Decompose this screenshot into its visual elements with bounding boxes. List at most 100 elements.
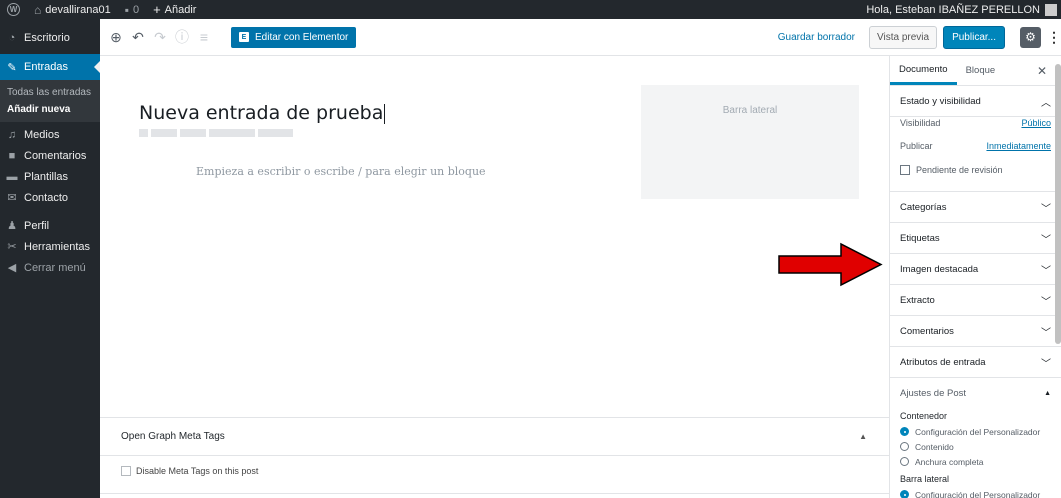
chevron-down-icon: ﹀ [1041,358,1051,370]
preview-button[interactable]: Vista previa [869,25,938,49]
info-icon[interactable]: ⓘ [171,27,193,47]
add-new-label: Añadir [164,3,197,16]
editor-canvas: Nueva entrada de prueba Empieza a escrib… [100,56,889,498]
editor-header: ⊕ ↶ ↷ ⓘ ≡ E Editar con Elementor Guardar… [100,19,1061,56]
panel-excerpt[interactable]: Extracto ﹀ [890,285,1061,316]
plus-icon: + [153,2,161,17]
status-panel-body: Visibilidad Público Publicar Inmediatame… [890,111,1061,192]
publish-row: Publicar Inmediatamente [900,140,1051,151]
block-navigation-icon[interactable]: ≡ [193,29,215,45]
submenu-all-posts[interactable]: Todas las entradas [0,84,100,101]
container-label: Contenedor [900,411,948,421]
block-placeholder[interactable]: Empieza a escribir o escribe / para eleg… [196,165,486,178]
my-account[interactable]: Hola, Esteban IBAÑEZ PERELLON [866,3,1061,16]
menu-item-comments[interactable]: ■ Comentarios [0,145,100,166]
wrench-icon: ✂ [7,241,17,253]
posts-submenu: Todas las entradas Añadir nueva [0,80,100,122]
pending-review-row: Pendiente de revisión [900,157,1051,183]
greeting: Hola, Esteban IBAÑEZ PERELLON [866,3,1040,16]
panel-post-settings[interactable]: Ajustes de Post ▲ [890,378,1061,409]
chevron-down-icon: ﹀ [1041,327,1051,339]
open-graph-metabox: Open Graph Meta Tags ▲ Disable Meta Tags… [100,417,889,498]
container-option-content[interactable]: Contenido [900,439,1051,454]
sidebar-scrollbar[interactable] [1055,64,1061,344]
collapse-triangle-icon[interactable]: ▲ [859,432,867,441]
submenu-add-new[interactable]: Añadir nueva [0,101,100,118]
home-icon: ⌂ [34,2,42,17]
settings-gear-icon[interactable]: ⚙ [1020,26,1041,48]
elementor-icon: E [239,32,249,42]
comment-bubble-icon: ▪ [124,2,129,17]
metabox-title: Open Graph Meta Tags [121,431,225,442]
menu-item-tools[interactable]: ✂ Herramientas [0,236,100,257]
redo-icon[interactable]: ↷ [149,29,171,46]
add-new-link[interactable]: + Añadir [146,0,203,19]
comments-link[interactable]: ▪ 0 [118,0,146,19]
disable-meta-checkbox[interactable] [121,466,131,476]
panel-post-attributes[interactable]: Atributos de entrada ﹀ [890,347,1061,378]
pin-icon: ✎ [7,61,17,74]
pending-review-checkbox[interactable] [900,165,910,175]
radio[interactable] [900,442,909,451]
chevron-down-icon: ﹀ [1041,203,1051,215]
wordpress-logo-icon: W [7,3,20,16]
panel-tags[interactable]: Etiquetas ﹀ [890,223,1061,254]
radio-selected[interactable] [900,490,909,498]
comment-icon: ■ [8,149,16,162]
panel-categories[interactable]: Categorías ﹀ [890,192,1061,223]
visibility-link[interactable]: Público [1021,118,1051,128]
envelope-icon: ✉ [7,192,17,204]
folder-icon: ▬ [6,170,18,183]
radio[interactable] [900,457,909,466]
dashboard-icon: ◔ [8,31,16,44]
sidebar-layout-label: Barra lateral [900,474,950,484]
menu-item-templates[interactable]: ▬ Plantillas [0,166,100,187]
chevron-up-icon: ︿ [1041,97,1051,109]
container-option-customizer[interactable]: Configuración del Personalizador [900,424,1051,439]
metabox-header[interactable]: Open Graph Meta Tags ▲ [100,418,889,456]
divider [100,493,889,494]
tab-document[interactable]: Documento [890,56,957,85]
post-settings-body: Contenedor Configuración del Personaliza… [890,411,1061,498]
admin-menu: ◔ Escritorio ✎ Entradas Todas las entrad… [0,19,100,498]
wp-logo-menu[interactable]: W [0,0,27,19]
collapse-menu-button[interactable]: ◀ Cerrar menú [0,257,100,278]
admin-bar: W ⌂ devallirana01 ▪ 0 + Añadir Hola, Est… [0,0,1061,19]
menu-item-posts[interactable]: ✎ Entradas [0,54,100,80]
more-options-icon[interactable]: ⋮ [1047,29,1061,46]
add-block-icon[interactable]: ⊕ [105,29,127,46]
sidebar-option-customizer[interactable]: Configuración del Personalizador [900,487,1051,498]
title-ghost-blocks [139,129,293,137]
close-icon[interactable]: ✕ [1037,64,1047,78]
container-option-full-width[interactable]: Anchura completa [900,454,1051,469]
radio-selected[interactable] [900,427,909,436]
sidebar-widget-area: Barra lateral [641,85,859,199]
panel-featured-image[interactable]: Imagen destacada ﹀ [890,254,1061,285]
menu-item-media[interactable]: ♫ Medios [0,124,100,145]
visibility-row: Visibilidad Público [900,117,1051,128]
disable-meta-row: Disable Meta Tags on this post [100,456,889,486]
menu-item-dashboard[interactable]: ◔ Escritorio [0,27,100,48]
undo-icon[interactable]: ↶ [127,29,149,46]
menu-item-contact[interactable]: ✉ Contacto [0,187,100,208]
post-title-input[interactable]: Nueva entrada de prueba [139,102,386,124]
avatar [1045,3,1057,16]
menu-item-profile[interactable]: ♟ Perfil [0,215,100,236]
panel-comments[interactable]: Comentarios ﹀ [890,316,1061,347]
user-icon: ♟ [7,220,17,232]
annotation-arrow-icon [778,242,883,287]
triangle-up-icon: ▲ [1044,390,1051,397]
site-name-link[interactable]: ⌂ devallirana01 [27,0,118,19]
site-name: devallirana01 [45,3,111,16]
text-caret [384,103,386,124]
publish-button[interactable]: Publicar... [943,25,1005,49]
tab-block[interactable]: Bloque [957,56,1005,85]
publish-date-link[interactable]: Inmediatamente [986,141,1051,151]
chevron-down-icon: ﹀ [1041,296,1051,308]
chevron-down-icon: ﹀ [1041,265,1051,277]
edit-with-elementor-button[interactable]: E Editar con Elementor [231,26,357,48]
settings-sidebar: Documento Bloque ✕ Estado y visibilidad … [889,56,1061,498]
sidebar-tabs: Documento Bloque ✕ [890,56,1061,86]
save-draft-button[interactable]: Guardar borrador [778,32,855,43]
comments-count: 0 [132,3,140,16]
